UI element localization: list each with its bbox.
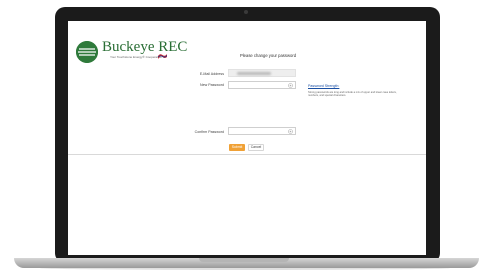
logo-icon — [76, 41, 98, 63]
confirm-password-label: Confirm Password — [194, 130, 224, 134]
password-reveal-icon[interactable] — [288, 129, 293, 134]
touchstone-flag-icon — [158, 54, 167, 59]
browser-viewport: Buckeye REC Your Touchstone Energy® Coop… — [68, 21, 426, 255]
brand-name: Buckeye REC — [102, 39, 188, 55]
brand-tagline: Your Touchstone Energy® Cooperative — [110, 55, 162, 59]
confirm-password-field[interactable] — [228, 127, 296, 135]
submit-button[interactable]: Submit — [229, 144, 245, 151]
laptop-notch — [199, 258, 289, 262]
password-strength-link[interactable]: Password Strength: — [308, 84, 339, 88]
form-title: Please change your password — [239, 53, 297, 58]
password-reveal-icon[interactable] — [288, 83, 293, 88]
email-label: E-Mail Address — [199, 72, 224, 76]
email-field — [228, 69, 296, 77]
camera-icon — [244, 10, 248, 14]
email-value-redacted — [237, 72, 271, 75]
new-password-label: New Password — [200, 83, 224, 87]
new-password-field[interactable] — [228, 81, 296, 89]
cancel-button[interactable]: Cancel — [248, 144, 264, 151]
password-strength-hint: Strong passwords are long and include a … — [308, 91, 397, 98]
brand-logo[interactable]: Buckeye REC Your Touchstone Energy® Coop… — [76, 39, 196, 65]
content-divider — [68, 154, 426, 155]
